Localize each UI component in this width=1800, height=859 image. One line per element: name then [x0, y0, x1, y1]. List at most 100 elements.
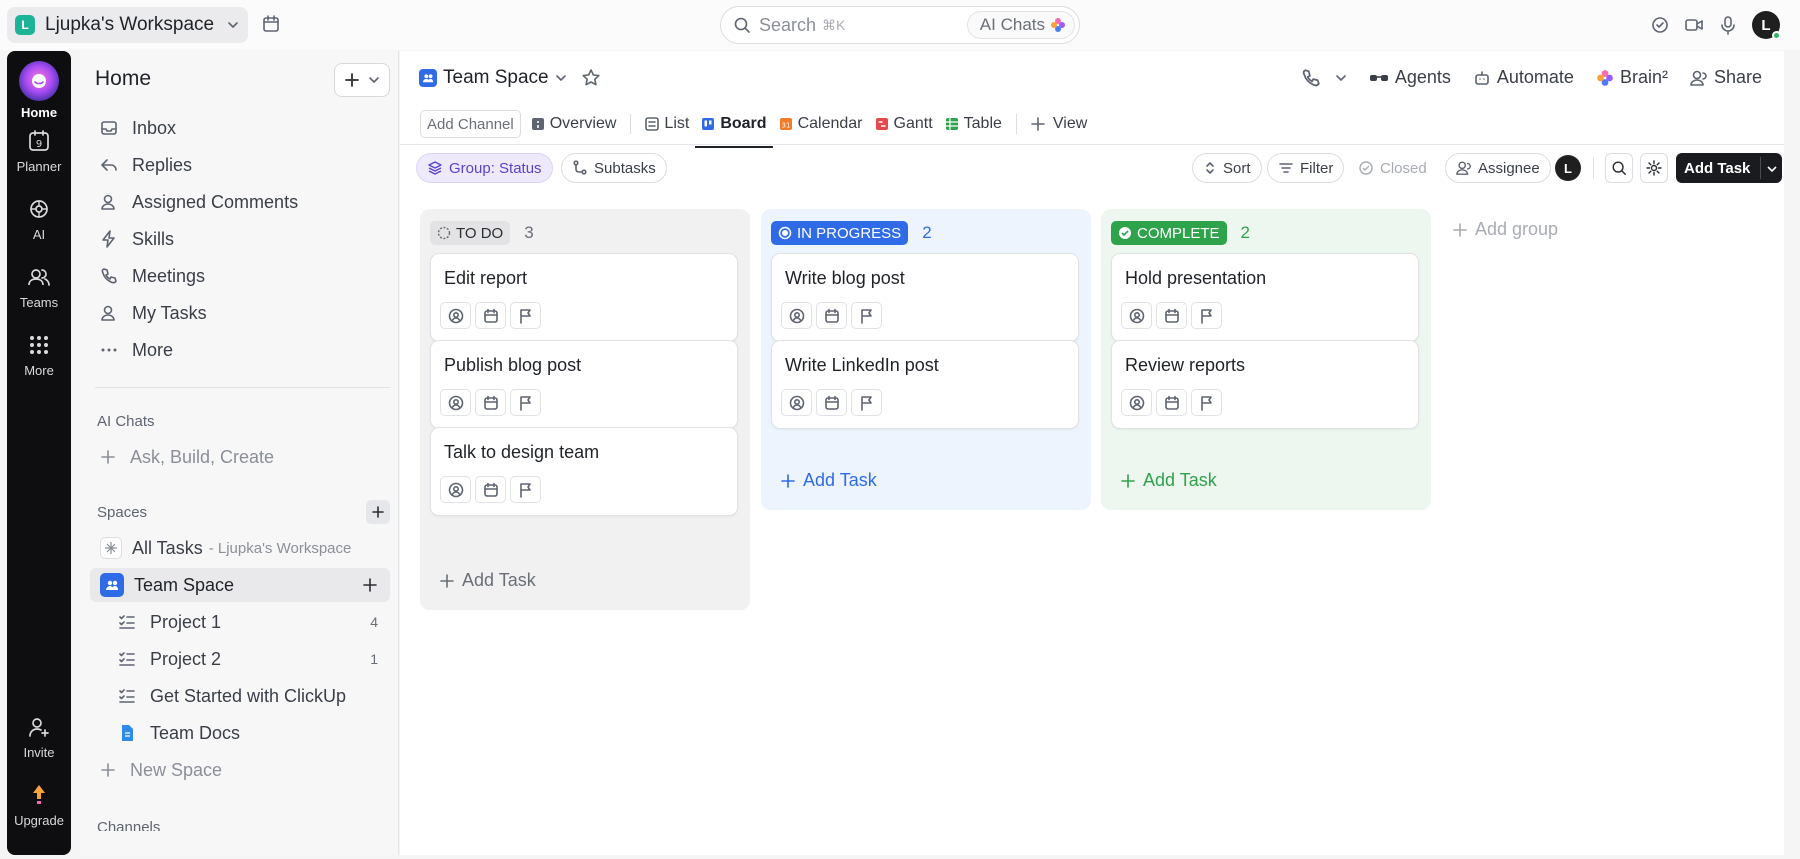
- task-card[interactable]: Write blog post: [771, 253, 1079, 342]
- add-task-button[interactable]: Add Task: [1676, 153, 1782, 183]
- assignee-icon[interactable]: [440, 389, 471, 416]
- sidebar-item-my-tasks[interactable]: My Tasks: [90, 296, 390, 330]
- workspace-switcher[interactable]: L Ljupka's Workspace: [7, 7, 248, 43]
- task-card[interactable]: Hold presentation: [1111, 253, 1419, 342]
- share-button[interactable]: Share: [1690, 67, 1762, 88]
- rail-teams-label: Teams: [19, 295, 59, 310]
- due-date-icon[interactable]: [475, 389, 506, 416]
- group-by-status-button[interactable]: Group: Status: [416, 153, 553, 183]
- list-view-icon: [645, 117, 660, 131]
- sidebar-doc-team-docs[interactable]: Team Docs: [90, 716, 390, 750]
- task-card[interactable]: Talk to design team: [430, 427, 738, 516]
- tab-gantt[interactable]: Gantt: [869, 106, 939, 142]
- tab-board[interactable]: Board: [695, 106, 773, 148]
- rail-teams[interactable]: Teams: [7, 265, 71, 310]
- closed-toggle[interactable]: Closed: [1348, 153, 1437, 183]
- agents-button[interactable]: Agents: [1369, 67, 1451, 88]
- sidebar-item-all-tasks[interactable]: All Tasks - Ljupka's Workspace: [90, 531, 390, 565]
- create-new-button[interactable]: [334, 63, 390, 97]
- sidebar-list-project-2[interactable]: Project 2 1: [90, 642, 390, 676]
- sort-button[interactable]: Sort: [1192, 153, 1262, 183]
- add-view-button[interactable]: View: [1025, 106, 1093, 142]
- assignee-icon[interactable]: [1121, 302, 1152, 329]
- search-bar[interactable]: Search ⌘K AI Chats: [720, 6, 1080, 44]
- assignee-icon[interactable]: [781, 389, 812, 416]
- tab-overview[interactable]: Overview: [525, 106, 623, 142]
- sidebar-item-replies[interactable]: Replies: [90, 148, 390, 182]
- priority-flag-icon[interactable]: [510, 389, 541, 416]
- call-dropdown[interactable]: [1301, 68, 1347, 88]
- new-space-button[interactable]: New Space: [90, 753, 390, 787]
- priority-flag-icon[interactable]: [510, 302, 541, 329]
- search-icon: [733, 16, 751, 34]
- assignee-icon[interactable]: [440, 476, 471, 503]
- task-card[interactable]: Edit report: [430, 253, 738, 342]
- due-date-icon[interactable]: [475, 476, 506, 503]
- board-settings-button[interactable]: [1640, 153, 1668, 183]
- priority-flag-icon[interactable]: [851, 389, 882, 416]
- star-icon[interactable]: [581, 68, 601, 88]
- add-space-button[interactable]: [366, 500, 390, 524]
- workspace-badge: L: [15, 15, 35, 35]
- priority-flag-icon[interactable]: [1191, 302, 1222, 329]
- column-add-task-button[interactable]: Add Task: [1121, 470, 1217, 491]
- tab-table[interactable]: Table: [939, 106, 1008, 142]
- due-date-icon[interactable]: [816, 389, 847, 416]
- sidebar-item-meetings[interactable]: Meetings: [90, 259, 390, 293]
- column-add-task-button[interactable]: Add Task: [440, 570, 536, 591]
- due-date-icon[interactable]: [475, 302, 506, 329]
- sidebar-item-more[interactable]: More: [90, 333, 390, 367]
- tab-calendar[interactable]: 31 Calendar: [773, 106, 869, 142]
- sidebar-item-skills[interactable]: Skills: [90, 222, 390, 256]
- table-view-icon: [945, 117, 959, 131]
- priority-flag-icon[interactable]: [1191, 389, 1222, 416]
- assignee-icon[interactable]: [1121, 389, 1152, 416]
- sidebar-item-assigned-comments[interactable]: Assigned Comments: [90, 185, 390, 219]
- sidebar-list-get-started[interactable]: Get Started with ClickUp: [90, 679, 390, 713]
- task-card[interactable]: Write LinkedIn post: [771, 340, 1079, 429]
- microphone-icon[interactable]: [1718, 15, 1738, 35]
- assignee-icon[interactable]: [440, 302, 471, 329]
- due-date-icon[interactable]: [1156, 302, 1187, 329]
- chevron-down-icon[interactable]: [1766, 163, 1778, 175]
- assignee-icon[interactable]: [781, 302, 812, 329]
- board-search-button[interactable]: [1605, 153, 1633, 183]
- task-card[interactable]: Review reports: [1111, 340, 1419, 429]
- status-badge: TO DO: [430, 221, 511, 245]
- due-date-icon[interactable]: [1156, 389, 1187, 416]
- priority-flag-icon[interactable]: [851, 302, 882, 329]
- ai-chats-new-button[interactable]: Ask, Build, Create: [90, 440, 390, 474]
- rail-planner[interactable]: 9 Planner: [7, 129, 71, 174]
- add-channel-button[interactable]: Add Channel: [420, 110, 521, 138]
- add-group-button[interactable]: Add group: [1453, 219, 1558, 240]
- rail-planner-label: Planner: [16, 159, 62, 174]
- add-to-space-plus-icon[interactable]: [362, 577, 378, 593]
- automate-button[interactable]: Automate: [1473, 67, 1574, 88]
- board-view-icon: [701, 117, 715, 131]
- tab-list[interactable]: List: [639, 106, 695, 142]
- task-check-icon[interactable]: [1650, 15, 1670, 35]
- assignee-button[interactable]: Assignee: [1445, 153, 1551, 183]
- brain-button[interactable]: Brain²: [1596, 67, 1668, 88]
- assignee-avatar[interactable]: L: [1555, 155, 1581, 181]
- team-space-icon: [419, 69, 437, 87]
- sidebar-item-inbox[interactable]: Inbox: [90, 111, 390, 145]
- priority-flag-icon[interactable]: [510, 476, 541, 503]
- space-header[interactable]: Team Space: [419, 67, 601, 89]
- sidebar-item-team-space[interactable]: Team Space: [90, 568, 390, 602]
- calendar-icon[interactable]: [261, 14, 281, 34]
- rail-upgrade[interactable]: Upgrade: [7, 783, 71, 828]
- due-date-icon[interactable]: [816, 302, 847, 329]
- rail-ai[interactable]: AI: [7, 197, 71, 242]
- rail-invite[interactable]: Invite: [7, 715, 71, 760]
- rail-home[interactable]: Home: [7, 61, 71, 120]
- subtasks-button[interactable]: Subtasks: [561, 153, 667, 183]
- video-icon[interactable]: [1684, 15, 1704, 35]
- sidebar-list-project-1[interactable]: Project 1 4: [90, 605, 390, 639]
- rail-more[interactable]: More: [7, 333, 71, 378]
- filter-button[interactable]: Filter: [1267, 153, 1345, 183]
- column-add-task-button[interactable]: Add Task: [781, 470, 877, 491]
- ai-chats-button[interactable]: AI Chats: [966, 11, 1075, 39]
- user-avatar[interactable]: L: [1752, 11, 1781, 40]
- task-card[interactable]: Publish blog post: [430, 340, 738, 429]
